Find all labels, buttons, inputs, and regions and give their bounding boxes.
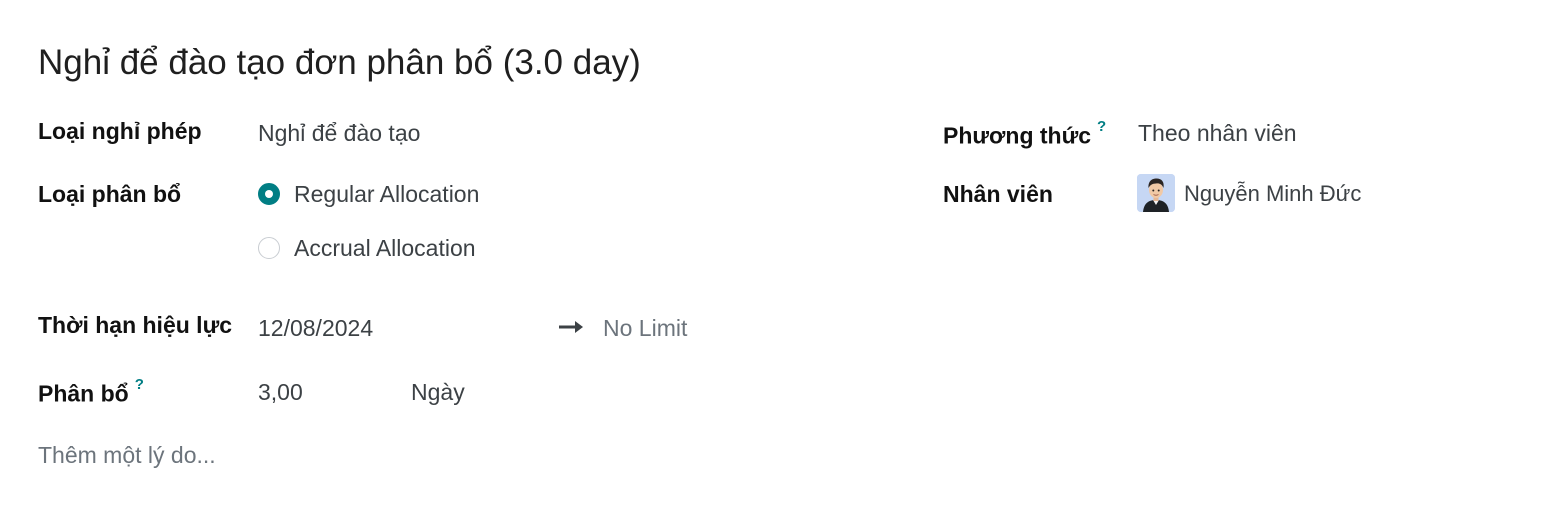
radio-regular-allocation[interactable]: Regular Allocation <box>258 179 479 209</box>
allocation-value-field[interactable]: 3,00 <box>258 377 303 407</box>
mode-help-icon[interactable]: ? <box>1097 118 1106 135</box>
avatar-icon <box>1137 174 1175 212</box>
arrow-right-icon <box>559 321 583 333</box>
radio-accrual-allocation[interactable]: Accrual Allocation <box>258 233 476 263</box>
allocation-unit-select[interactable]: Ngày <box>411 377 465 407</box>
allocation-label-text: Phân bổ <box>38 380 129 407</box>
validity-start-field[interactable]: 12/08/2024 <box>258 313 373 343</box>
leave-type-field[interactable]: Nghỉ để đào tạo <box>258 118 420 148</box>
validity-end-field[interactable]: No Limit <box>603 313 687 343</box>
radio-regular-label: Regular Allocation <box>294 181 480 207</box>
mode-label-text: Phương thức <box>943 122 1092 149</box>
radio-checked-icon[interactable] <box>258 183 280 205</box>
leave-type-label: Loại nghỉ phép <box>38 118 202 144</box>
allocation-help-icon[interactable]: ? <box>135 376 144 393</box>
radio-unchecked-icon[interactable] <box>258 237 280 259</box>
reason-input[interactable]: Thêm một lý do... <box>38 440 216 470</box>
employee-field[interactable]: Nguyễn Minh Đức <box>1184 179 1361 209</box>
allocation-label: Phân bổ? <box>38 374 144 409</box>
page-title: Nghỉ để đào tạo đơn phân bổ (3.0 day) <box>38 43 641 82</box>
employee-avatar <box>1137 174 1175 212</box>
allocation-type-label: Loại phân bổ <box>38 181 182 207</box>
validity-label: Thời hạn hiệu lực <box>38 312 233 338</box>
mode-label: Phương thức? <box>943 116 1106 151</box>
mode-select[interactable]: Theo nhân viên <box>1138 118 1297 148</box>
employee-label: Nhân viên <box>943 181 1053 207</box>
radio-accrual-label: Accrual Allocation <box>294 235 476 261</box>
